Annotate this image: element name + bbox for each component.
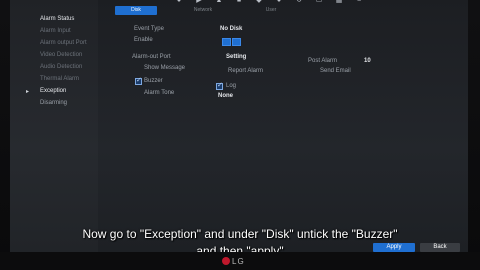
alarm-tone-label: Alarm Tone xyxy=(144,90,175,96)
brand-logo-icon xyxy=(222,257,230,265)
tab-network[interactable]: Network xyxy=(182,6,224,15)
sidebar-item-thermal-alarm[interactable]: Thermal Alarm xyxy=(40,76,79,82)
sidebar-item-audio-detection[interactable]: Audio Detection xyxy=(40,64,82,70)
alarm-icon[interactable]: ▲ xyxy=(215,0,223,4)
storage-icon[interactable]: ■ xyxy=(235,0,243,4)
sidebar-item-alarm-input[interactable]: Alarm Input xyxy=(40,28,71,34)
refresh-icon[interactable]: ↻ xyxy=(295,0,303,4)
sidebar-item-alarm-output-port[interactable]: Alarm output Port xyxy=(40,40,87,46)
show-message-label: Show Message xyxy=(144,65,186,71)
tab-user[interactable]: User xyxy=(250,6,292,15)
display-icon[interactable]: ▭ xyxy=(315,0,323,4)
menu-icon[interactable]: ≡ xyxy=(355,0,363,4)
post-alarm-value[interactable]: 10 xyxy=(364,58,371,64)
log-label: Log xyxy=(226,83,237,89)
sidebar-item-disarming[interactable]: Disarming xyxy=(40,100,67,106)
tab-disk[interactable]: Disk xyxy=(115,6,157,15)
grid-icon[interactable]: ▦ xyxy=(335,0,343,4)
alarm-out-port-setting[interactable]: Setting xyxy=(226,54,246,60)
apply-button[interactable]: Apply xyxy=(373,243,415,252)
alarm-tone-select[interactable]: None xyxy=(218,93,233,99)
sidebar-item-exception[interactable]: Exception xyxy=(40,88,66,94)
subtitle-line-1: Now go to "Exception" and under "Disk" u… xyxy=(82,227,398,241)
enable-toggle-right[interactable] xyxy=(232,38,241,46)
monitor: Alarm Status Alarm Input Alarm output Po… xyxy=(0,0,480,270)
system-icon[interactable]: ● xyxy=(275,0,283,4)
back-button[interactable]: Back xyxy=(420,243,460,252)
enable-label: Enable xyxy=(134,37,153,43)
dvr-screen: Alarm Status Alarm Input Alarm output Po… xyxy=(10,0,468,252)
playback-icon[interactable]: ▶ xyxy=(195,0,203,4)
alarm-out-port-label: Alarm-out Port xyxy=(132,54,171,60)
enable-toggle-left[interactable] xyxy=(222,38,231,46)
event-type-select[interactable]: No Disk xyxy=(220,26,242,32)
sidebar-item-alarm-status[interactable]: Alarm Status xyxy=(40,16,74,22)
event-type-label: Event Type xyxy=(134,26,164,32)
report-alarm-label: Report Alarm xyxy=(228,68,264,74)
buzzer-label: Buzzer xyxy=(144,78,163,84)
chevron-right-icon: ▸ xyxy=(26,89,30,95)
post-alarm-label: Post Alarm xyxy=(308,58,338,64)
camera-icon[interactable]: ● xyxy=(175,0,183,4)
sidebar: Alarm Status Alarm Input Alarm output Po… xyxy=(10,0,98,252)
sidebar-item-video-detection[interactable]: Video Detection xyxy=(40,52,82,58)
buzzer-checkbox[interactable] xyxy=(135,76,142,85)
log-checkbox[interactable] xyxy=(216,81,223,90)
send-email-label: Send Email xyxy=(320,68,351,74)
network-icon[interactable]: ◆ xyxy=(255,0,263,4)
brand-logo-text: LG xyxy=(232,257,245,266)
